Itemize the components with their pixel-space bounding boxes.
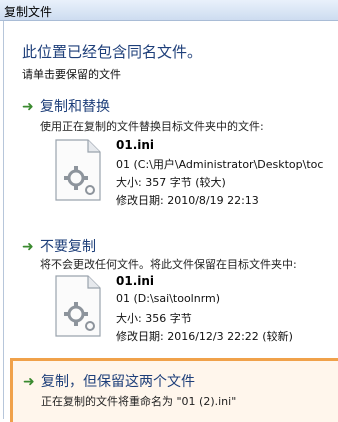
window-title: 复制文件	[4, 5, 53, 19]
file-size: 大小: 356 字节	[116, 312, 192, 325]
green-arrow-icon: ➜	[22, 99, 34, 115]
dialog-subheading: 请单击要保留的文件	[22, 68, 121, 81]
option-description: 使用正在复制的文件替换目标文件夹中的文件:	[40, 120, 264, 133]
file-size: 大小: 357 字节 (较大)	[116, 176, 226, 189]
option-title: 不要复制	[40, 239, 96, 255]
file-name: 01.ini	[116, 138, 155, 152]
green-arrow-icon: ➜	[23, 374, 35, 390]
file-path: 01 (D:\sai\toolnrm)	[116, 292, 221, 305]
green-arrow-icon: ➜	[22, 239, 34, 255]
file-path: 01 (C:\用户\Administrator\Desktop\toc	[116, 158, 324, 171]
file-name: 01.ini	[116, 274, 155, 288]
option-copy-keep-both[interactable]: ➜ 复制，但保留这两个文件 正在复制的文件将重命名为 "01 (2).ini"	[10, 358, 338, 422]
file-modified-date: 修改日期: 2016/12/3 22:22 (较新)	[116, 330, 293, 343]
option-title: 复制，但保留这两个文件	[41, 374, 195, 390]
file-modified-date: 修改日期: 2010/8/19 22:13	[116, 194, 259, 207]
ini-file-icon	[55, 275, 101, 337]
option-description: 将不会更改任何文件。将此文件保留在目标文件夹中:	[40, 258, 297, 271]
ini-file-icon	[55, 139, 101, 201]
option-copy-and-replace[interactable]: ➜ 复制和替换 使用正在复制的文件替换目标文件夹中的文件: 01.ini 01 …	[10, 92, 338, 224]
dialog-heading: 此位置已经包含同名文件。	[22, 43, 203, 61]
title-bar[interactable]: 复制文件	[0, 0, 338, 21]
option-description: 正在复制的文件将重命名为 "01 (2).ini"	[41, 395, 237, 408]
option-title: 复制和替换	[40, 99, 110, 115]
option-dont-copy[interactable]: ➜ 不要复制 将不会更改任何文件。将此文件保留在目标文件夹中: 01.ini 0…	[10, 232, 338, 350]
